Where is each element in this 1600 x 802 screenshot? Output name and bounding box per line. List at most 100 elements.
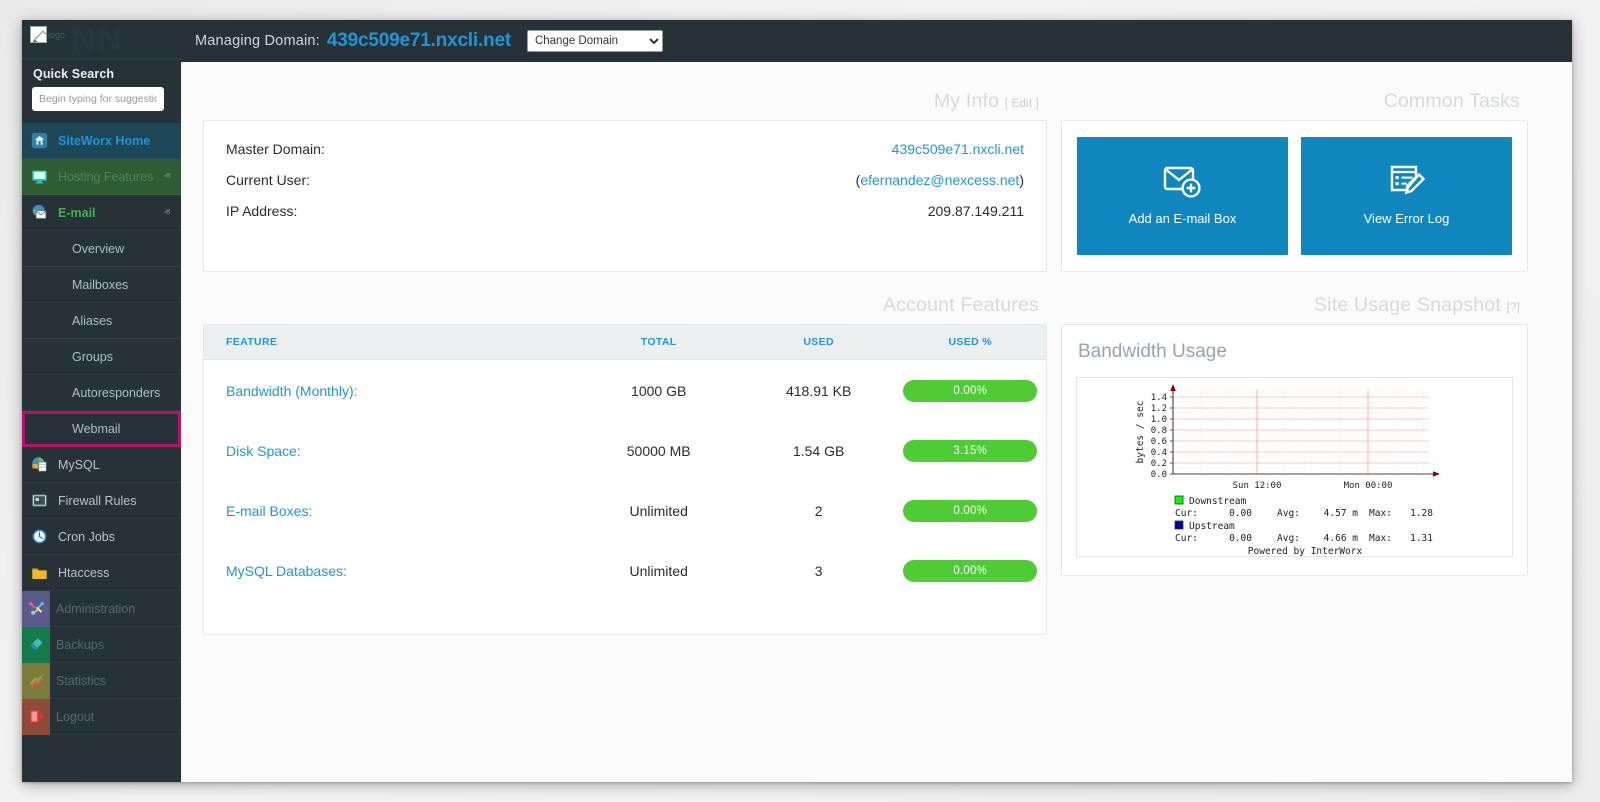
sidebar-item-label: Cron Jobs <box>58 530 181 544</box>
sidebar-item-label: Statistics <box>56 674 169 688</box>
feature-total: 1000 GB <box>574 360 742 421</box>
change-domain-select[interactable]: Change Domain <box>527 30 663 52</box>
legend-up-max: 1.31 <box>1410 533 1433 544</box>
column-header-used: USED <box>743 325 895 360</box>
common-tasks-card: Add an E-mail Box View Error Log <box>1061 120 1528 272</box>
feature-used-pct: 0.00% <box>894 480 1046 540</box>
feature-used-pct: 3.15% <box>894 420 1046 480</box>
managing-domain-label: Managing Domain: <box>195 33 320 49</box>
sidebar-item-webmail[interactable]: Webmail <box>22 411 181 447</box>
sidebar-item-autoresponders[interactable]: Autoresponders <box>22 375 181 411</box>
sidebar-item-groups[interactable]: Groups <box>22 339 181 375</box>
sidebar-item-email[interactable]: E-mail ⱏ <box>22 195 181 231</box>
info-value: 439c509e71.nxcli.net <box>641 141 1024 157</box>
my-info-card: Master Domain: 439c509e71.nxcli.net Curr… <box>203 120 1047 272</box>
sidebar-item-administration[interactable]: Administration ⱟ <box>22 591 181 627</box>
account-features-table: FEATURE TOTAL USED USED % Bandwidth (Mon… <box>204 325 1046 600</box>
sidebar-item-firewall-rules[interactable]: Firewall Rules <box>22 483 181 519</box>
sidebar-item-logout[interactable]: Logout <box>22 699 181 735</box>
info-key: Master Domain: <box>226 141 641 157</box>
legend-downstream: Downstream <box>1189 496 1246 507</box>
usage-pill: 0.00% <box>903 380 1037 402</box>
usage-pill: 0.00% <box>903 560 1037 582</box>
rrd-chart: 1.4 1.2 1.0 0.8 0.6 0.4 0.2 0.0 bytes / … <box>1077 378 1511 557</box>
sidebar-item-statistics[interactable]: Statistics ⱟ <box>22 663 181 699</box>
info-key: Current User: <box>226 172 641 188</box>
firewall-icon <box>31 492 49 510</box>
ytick-label: 0.2 <box>1151 459 1167 469</box>
browser-viewport: NN logo Quick Search SiteWorx Home Hosti… <box>22 20 1572 782</box>
info-row: Current User: (efernandez@nexcess.net) <box>226 172 1024 188</box>
my-info-title: My Info <box>934 90 999 112</box>
sidebar-item-label: SiteWorx Home <box>58 134 181 148</box>
legend-cur-label-2: Cur: <box>1175 533 1198 544</box>
sidebar-item-mysql[interactable]: MySQL ⱟ <box>22 447 181 483</box>
sidebar-item-label: Firewall Rules <box>58 494 181 508</box>
usage-pill: 3.15% <box>903 440 1037 462</box>
current-user-link[interactable]: efernandez@nexcess.net <box>860 172 1019 188</box>
sidebar-item-htaccess[interactable]: Htaccess <box>22 555 181 591</box>
broken-image-icon <box>30 26 47 43</box>
account-features-card: FEATURE TOTAL USED USED % Bandwidth (Mon… <box>203 324 1047 635</box>
database-icon <box>31 456 49 474</box>
view-error-log-button[interactable]: View Error Log <box>1301 137 1512 255</box>
column-header-feature: FEATURE <box>204 325 574 360</box>
my-info-edit-link[interactable]: [ Edit ] <box>1005 98 1039 110</box>
sidebar: NN logo Quick Search SiteWorx Home Hosti… <box>22 20 181 782</box>
sidebar-item-siteworx-home[interactable]: SiteWorx Home <box>22 123 181 159</box>
ytick-label: 1.4 <box>1151 393 1167 403</box>
table-row: MySQL Databases: Unlimited 3 0.00% <box>204 540 1046 600</box>
ytick-label: 0.0 <box>1151 470 1167 480</box>
legend-max-label: Max: <box>1369 508 1392 519</box>
site-usage-title: Site Usage Snapshot <box>1314 294 1501 316</box>
bandwidth-graph: 1.4 1.2 1.0 0.8 0.6 0.4 0.2 0.0 bytes / … <box>1076 377 1513 557</box>
sidebar-item-mailboxes[interactable]: Mailboxes <box>22 267 181 303</box>
tools-icon-box <box>22 591 50 627</box>
site-usage-heading: Site Usage Snapshot [?] <box>1061 294 1528 324</box>
backup-icon-box <box>22 627 50 663</box>
legend-upstream: Upstream <box>1189 521 1235 532</box>
envelope-plus-icon <box>1163 165 1203 202</box>
sidebar-item-aliases[interactable]: Aliases <box>22 303 181 339</box>
feature-link[interactable]: E-mail Boxes: <box>204 480 574 540</box>
master-domain-link[interactable]: 439c509e71.nxcli.net <box>892 141 1024 157</box>
search-input[interactable] <box>32 87 164 111</box>
clock-icon <box>31 528 49 546</box>
logout-icon-box <box>22 699 50 735</box>
topbar: Managing Domain: 439c509e71.nxcli.net Ch… <box>181 20 1572 62</box>
legend-cur-label: Cur: <box>1175 508 1198 519</box>
sidebar-item-label: E-mail <box>58 206 165 220</box>
feature-link[interactable]: Disk Space: <box>204 420 574 480</box>
legend-up-cur: 0.00 <box>1229 533 1252 544</box>
table-row: Bandwidth (Monthly): 1000 GB 418.91 KB 0… <box>204 360 1046 421</box>
right-column: Common Tasks Add an E-mail Box View Erro… <box>1061 90 1528 635</box>
sidebar-item-cron-jobs[interactable]: Cron Jobs <box>22 519 181 555</box>
rrd-footer: Powered by InterWorx <box>1248 546 1363 557</box>
sidebar-item-backups[interactable]: Backups ⱟ <box>22 627 181 663</box>
info-value: (efernandez@nexcess.net) <box>641 172 1024 188</box>
logo-alt-text: logo <box>48 30 65 40</box>
feature-used: 418.91 KB <box>743 360 895 421</box>
usage-pill: 0.00% <box>903 500 1037 522</box>
folder-icon <box>31 564 49 582</box>
ytick-label: 0.6 <box>1151 437 1167 447</box>
sidebar-item-hosting-features[interactable]: Hosting Features ⱏ <box>22 159 181 195</box>
add-email-box-button[interactable]: Add an E-mail Box <box>1077 137 1288 255</box>
table-row: Disk Space: 50000 MB 1.54 GB 3.15% <box>204 420 1046 480</box>
sidebar-logo-row: NN logo <box>22 20 181 58</box>
legend-down-avg: 4.57 m <box>1324 508 1359 519</box>
email-submenu: Overview Mailboxes Aliases Groups Autore… <box>22 231 181 447</box>
managing-domain-value: 439c509e71.nxcli.net <box>327 30 511 52</box>
help-icon[interactable]: [?] <box>1507 302 1520 314</box>
feature-link[interactable]: MySQL Databases: <box>204 540 574 600</box>
sidebar-subitem-label: Webmail <box>72 422 120 436</box>
task-label: Add an E-mail Box <box>1129 211 1237 227</box>
chevron-up-icon: ⱏ <box>164 207 170 218</box>
sidebar-item-overview[interactable]: Overview <box>22 231 181 267</box>
logo-watermark: NN <box>71 20 181 60</box>
sidebar-item-label: MySQL <box>58 458 169 472</box>
xtick-label: Sun 12:00 <box>1233 481 1282 491</box>
ytick-label: 0.4 <box>1151 448 1167 458</box>
feature-link[interactable]: Bandwidth (Monthly): <box>204 360 574 421</box>
feature-total: Unlimited <box>574 480 742 540</box>
